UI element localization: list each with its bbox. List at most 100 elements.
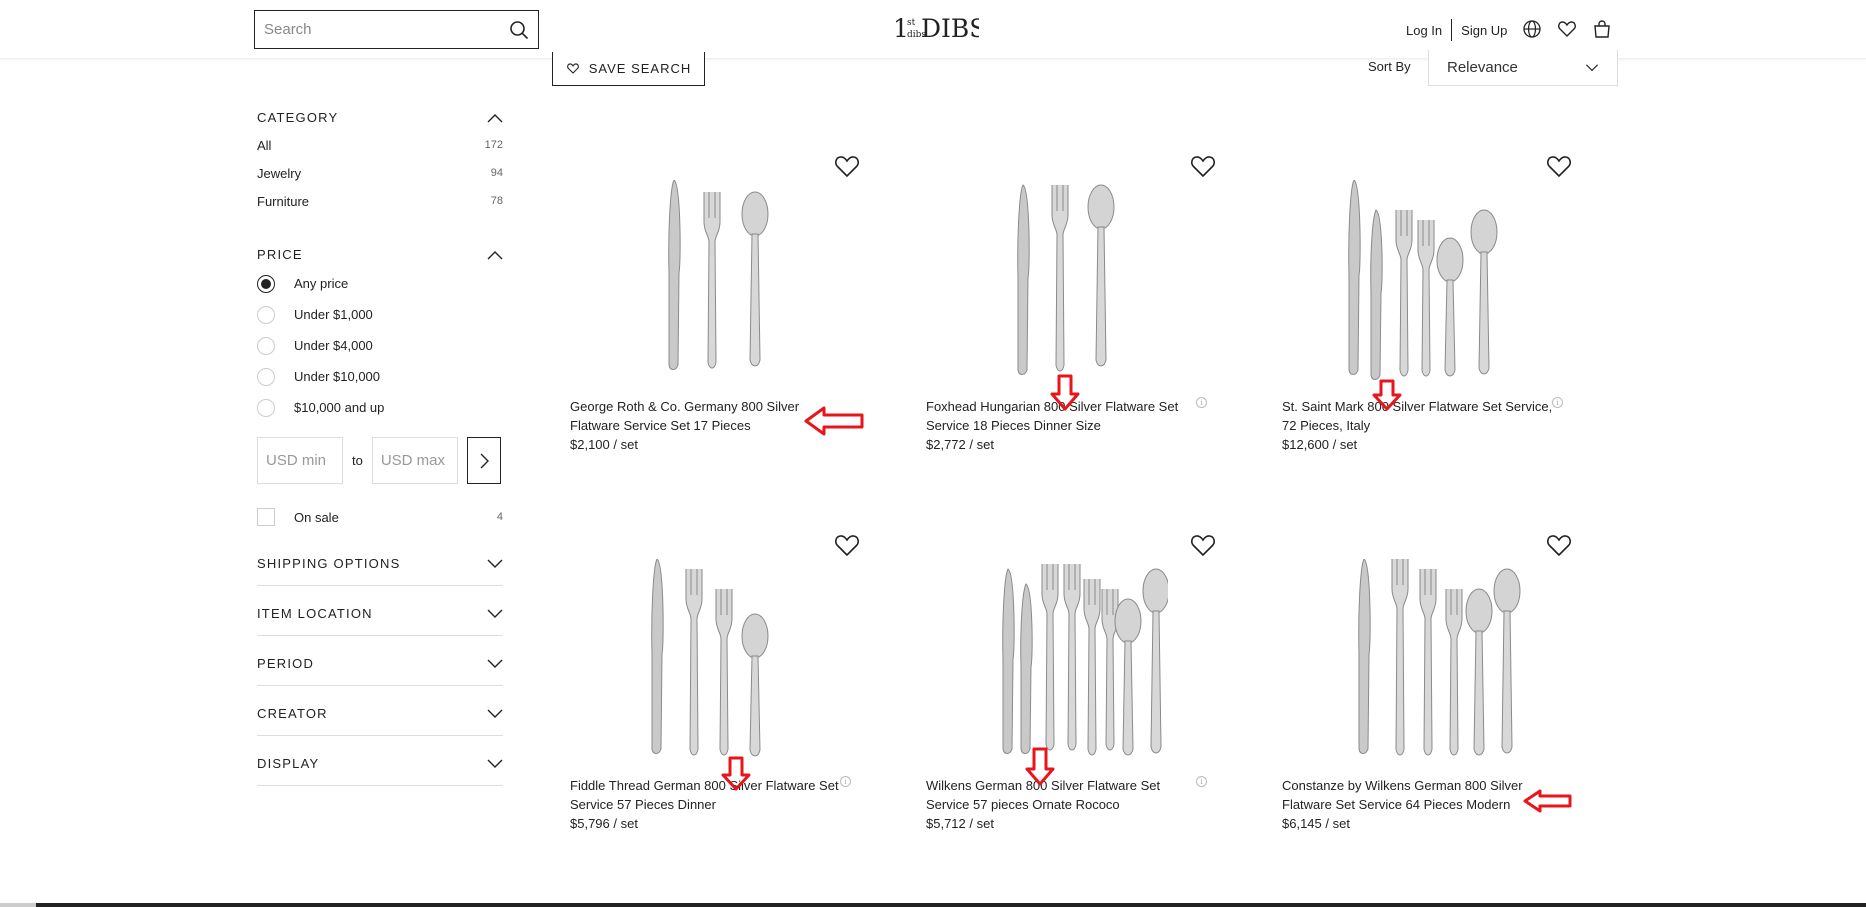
logo-mark: 1 st dibs DIBS (893, 14, 979, 43)
svg-text:st: st (907, 18, 916, 28)
price-range: to (257, 437, 503, 484)
site-logo[interactable]: 1 st dibs DIBS (893, 12, 979, 44)
radio-button[interactable] (257, 367, 275, 386)
price-option-10000-up[interactable]: $10,000 and up (257, 392, 503, 423)
category-header[interactable]: CATEGORY (257, 110, 503, 125)
category-item-all[interactable]: All 172 (257, 131, 503, 159)
chevron-down-icon (487, 709, 503, 718)
filter-label: ITEM LOCATION (257, 606, 373, 621)
price-option-any[interactable]: Any price (257, 268, 503, 299)
product-image[interactable] (612, 180, 812, 380)
sort-value: Relevance (1447, 59, 1518, 76)
product-title[interactable]: St. Saint Mark 800 Silver Flatware Set S… (1282, 397, 1557, 435)
product-image[interactable] (968, 559, 1168, 759)
annotation-arrow-down-icon (1025, 747, 1055, 786)
product-title[interactable]: Constanze by Wilkens German 800 Silver F… (1282, 776, 1557, 814)
chevron-down-icon (487, 609, 503, 618)
divider (1451, 19, 1453, 41)
radio-button[interactable] (257, 305, 275, 324)
globe-icon[interactable] (1522, 19, 1542, 39)
product-image[interactable] (1324, 180, 1524, 380)
product-card[interactable]: Fiddle Thread German 800 Silver Flatware… (552, 519, 872, 849)
product-price: $5,796 / set (570, 816, 638, 831)
category-label: All (257, 137, 272, 153)
on-sale-filter[interactable]: On sale 4 (257, 508, 503, 526)
chevron-up-icon[interactable] (487, 113, 503, 123)
search-icon[interactable] (509, 20, 529, 40)
login-link[interactable]: Log In (1406, 23, 1442, 38)
category-item-furniture[interactable]: Furniture 78 (257, 187, 503, 215)
category-item-jewelry[interactable]: Jewelry 94 (257, 159, 503, 187)
chevron-down-icon (1586, 63, 1598, 71)
favorite-heart-icon[interactable] (1190, 154, 1216, 178)
product-price: $12,600 / set (1282, 437, 1358, 452)
usd-max-input[interactable] (371, 437, 458, 484)
annotation-arrow-left-icon (1523, 789, 1572, 813)
category-heading: CATEGORY (257, 110, 339, 125)
signup-link[interactable]: Sign Up (1461, 23, 1507, 38)
price-option-label: Under $4,000 (294, 338, 373, 353)
product-card[interactable]: Foxhead Hungarian 800 Silver Flatware Se… (908, 140, 1228, 470)
filter-display[interactable]: DISPLAY (257, 736, 503, 786)
chevron-up-icon[interactable] (487, 250, 503, 260)
info-icon[interactable]: i (840, 776, 851, 787)
favorite-heart-icon[interactable] (1546, 154, 1572, 178)
on-sale-checkbox[interactable] (257, 508, 275, 526)
favorites-heart-icon[interactable] (1557, 19, 1577, 39)
chevron-down-icon (487, 559, 503, 568)
product-price: $5,712 / set (926, 816, 994, 831)
radio-button[interactable] (257, 398, 275, 417)
chevron-down-icon (487, 659, 503, 668)
filter-period[interactable]: PERIOD (257, 636, 503, 686)
price-option-label: Under $1,000 (294, 307, 373, 322)
cart-bag-icon[interactable] (1592, 19, 1612, 39)
on-sale-count: 4 (496, 511, 503, 523)
filter-label: CREATOR (257, 706, 328, 721)
product-card[interactable]: St. Saint Mark 800 Silver Flatware Set S… (1264, 140, 1584, 470)
product-card[interactable]: Wilkens German 800 Silver Flatware Set S… (908, 519, 1228, 849)
price-option-under-10000[interactable]: Under $10,000 (257, 361, 503, 392)
bottom-scrollbar[interactable] (0, 903, 1866, 907)
annotation-arrow-down-icon (1372, 379, 1402, 411)
filter-sidebar: CATEGORY All 172 Jewelry 94 Furniture 78 PR… (257, 110, 503, 786)
product-price: $2,772 / set (926, 437, 994, 452)
info-icon[interactable]: i (1196, 397, 1207, 408)
filter-creator[interactable]: CREATOR (257, 686, 503, 736)
favorite-heart-icon[interactable] (1190, 533, 1216, 557)
save-search-label: SAVE SEARCH (588, 61, 692, 76)
product-title[interactable]: Fiddle Thread German 800 Silver Flatware… (570, 776, 845, 814)
usd-min-input[interactable] (257, 437, 343, 484)
price-option-label: Any price (294, 276, 349, 291)
product-title[interactable]: Wilkens German 800 Silver Flatware Set S… (926, 776, 1201, 814)
category-count: 172 (484, 139, 503, 151)
category-label: Jewelry (257, 165, 302, 181)
product-image[interactable] (612, 559, 812, 759)
price-header[interactable]: PRICE (257, 247, 503, 262)
category-count: 94 (490, 167, 503, 179)
svg-text:DIBS: DIBS (921, 14, 979, 43)
radio-button[interactable] (257, 336, 275, 355)
search-input[interactable] (255, 11, 495, 48)
category-count: 78 (490, 195, 503, 207)
apply-price-button[interactable] (466, 437, 501, 484)
product-image[interactable] (968, 180, 1168, 380)
sort-dropdown[interactable]: Relevance (1428, 50, 1618, 86)
save-search-button[interactable]: SAVE SEARCH (552, 52, 705, 86)
price-option-under-4000[interactable]: Under $4,000 (257, 330, 503, 361)
on-sale-label: On sale (294, 509, 339, 525)
heart-icon (566, 63, 579, 74)
search-box[interactable] (254, 10, 539, 49)
chevron-right-icon (480, 453, 489, 468)
price-heading: PRICE (257, 247, 303, 262)
account-links: Log In Sign Up (1406, 19, 1507, 41)
price-option-under-1000[interactable]: Under $1,000 (257, 299, 503, 330)
filter-item-location[interactable]: ITEM LOCATION (257, 586, 503, 636)
info-icon[interactable]: i (1552, 397, 1563, 408)
product-image[interactable] (1324, 559, 1524, 759)
radio-button[interactable] (257, 274, 275, 293)
favorite-heart-icon[interactable] (1546, 533, 1572, 557)
info-icon[interactable]: i (1196, 776, 1207, 787)
favorite-heart-icon[interactable] (834, 154, 860, 178)
filter-shipping-options[interactable]: SHIPPING OPTIONS (257, 536, 503, 586)
favorite-heart-icon[interactable] (834, 533, 860, 557)
